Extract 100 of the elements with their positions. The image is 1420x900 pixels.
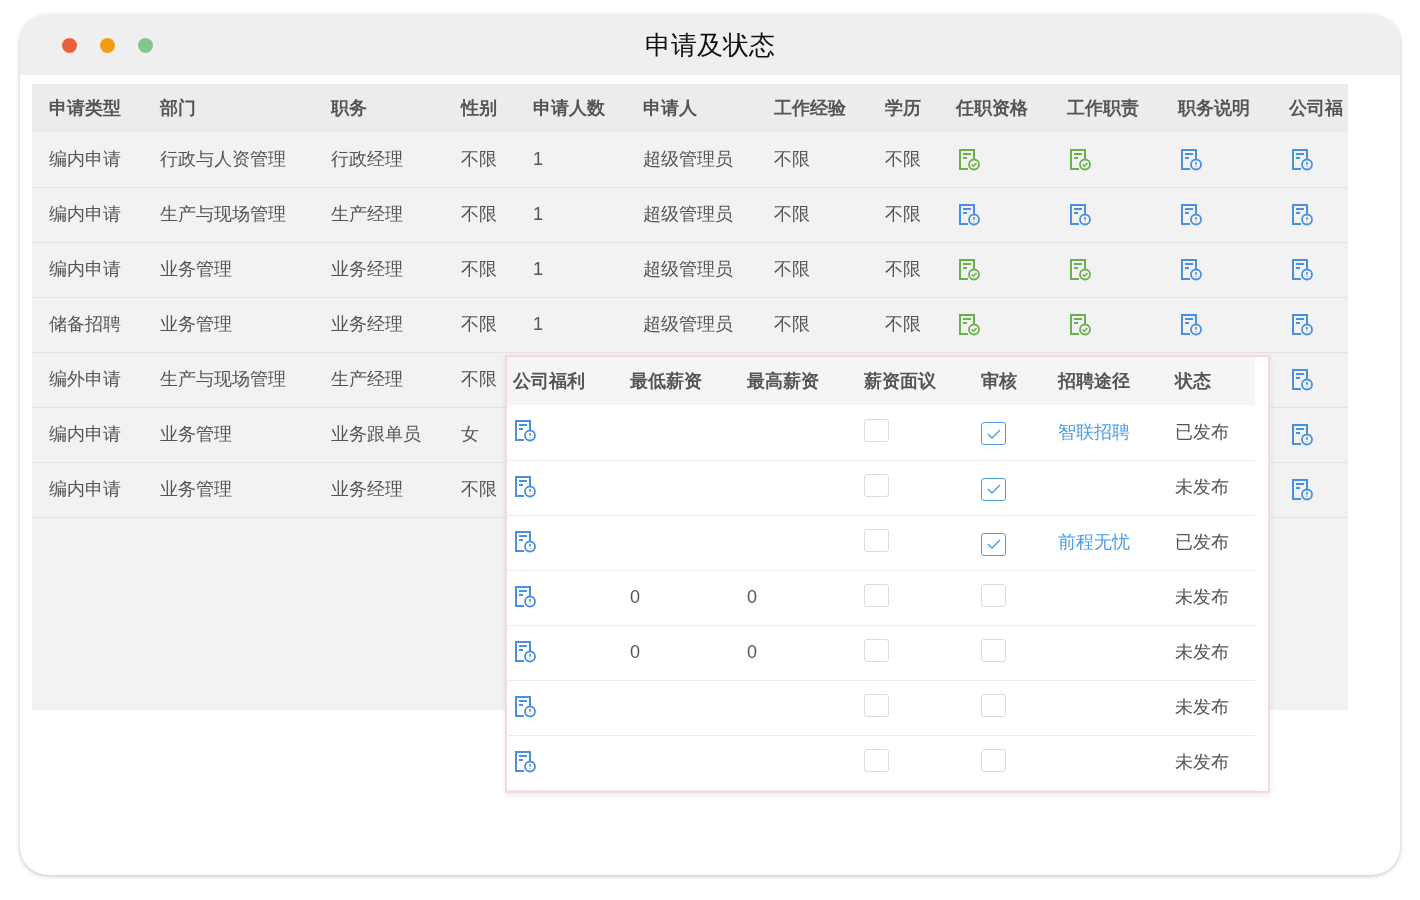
check-icon — [985, 538, 1002, 550]
document-check-icon[interactable] — [958, 312, 980, 337]
status-text: 未发布 — [1175, 642, 1229, 662]
table-cell: 不限 — [774, 259, 810, 279]
document-alert-icon[interactable] — [514, 694, 536, 719]
column-header: 职务 — [331, 97, 367, 118]
table-cell: 生产经理 — [331, 369, 403, 389]
table-cell: 不限 — [461, 479, 497, 499]
status-text: 未发布 — [1175, 752, 1229, 772]
table-cell: 不限 — [461, 314, 497, 334]
column-header: 公司福利 — [513, 370, 585, 391]
table-cell: 0 — [630, 587, 640, 607]
document-check-icon[interactable] — [1069, 257, 1091, 282]
close-button[interactable] — [62, 37, 77, 53]
status-text: 未发布 — [1175, 477, 1229, 497]
column-header: 最低薪资 — [630, 370, 702, 391]
column-header: 申请人 — [643, 97, 697, 118]
status-text: 未发布 — [1175, 587, 1229, 607]
document-alert-icon[interactable] — [1291, 312, 1313, 337]
table-cell: 编外申请 — [49, 369, 121, 389]
column-header: 工作经验 — [774, 97, 846, 118]
table-cell: 超级管理员 — [643, 259, 733, 279]
table-cell: 不限 — [461, 204, 497, 224]
table-cell: 编内申请 — [49, 204, 121, 224]
table-cell: 1 — [533, 259, 543, 279]
table-cell: 超级管理员 — [643, 314, 733, 334]
column-header: 状态 — [1175, 370, 1211, 391]
column-header: 部门 — [160, 97, 196, 118]
document-alert-icon[interactable] — [1180, 257, 1202, 282]
column-header: 最高薪资 — [747, 370, 819, 391]
table-cell: 编内申请 — [49, 424, 121, 444]
table-cell: 不限 — [885, 259, 921, 279]
document-alert-icon[interactable] — [514, 639, 536, 664]
document-check-icon[interactable] — [1069, 312, 1091, 337]
document-alert-icon[interactable] — [514, 529, 536, 554]
document-check-icon[interactable] — [1069, 147, 1091, 172]
table-cell: 生产经理 — [331, 204, 403, 224]
table-cell: 业务管理 — [160, 424, 232, 444]
table-cell: 业务管理 — [160, 479, 232, 499]
table-cell: 业务管理 — [160, 259, 232, 279]
table-cell: 不限 — [461, 259, 497, 279]
minimize-button[interactable] — [100, 37, 115, 53]
document-alert-icon[interactable] — [1180, 202, 1202, 227]
channel-link[interactable]: 前程无忧 — [1058, 532, 1130, 552]
table-cell: 行政经理 — [331, 148, 403, 169]
document-alert-icon[interactable] — [1291, 477, 1313, 502]
table-cell: 编内申请 — [49, 148, 121, 169]
table-cell: 1 — [533, 314, 543, 334]
column-header: 招聘途径 — [1058, 370, 1130, 391]
table-cell: 生产与现场管理 — [160, 204, 286, 224]
document-alert-icon[interactable] — [1291, 257, 1313, 282]
table-cell: 储备招聘 — [49, 314, 121, 334]
document-alert-icon[interactable] — [514, 749, 536, 774]
table-cell: 业务经理 — [331, 479, 403, 499]
table-cell: 超级管理员 — [643, 204, 733, 224]
status-text: 未发布 — [1175, 697, 1229, 717]
document-alert-icon[interactable] — [514, 584, 536, 609]
table-cell: 编内申请 — [49, 259, 121, 279]
checkbox[interactable] — [981, 422, 1006, 446]
column-header: 薪资面议 — [864, 370, 936, 391]
document-alert-icon[interactable] — [1180, 312, 1202, 337]
status-text: 已发布 — [1175, 532, 1229, 552]
table-cell: 不限 — [461, 148, 497, 169]
check-icon — [985, 427, 1002, 440]
document-check-icon[interactable] — [958, 257, 980, 282]
column-header: 审核 — [981, 370, 1017, 391]
document-alert-icon[interactable] — [1291, 202, 1313, 227]
table-cell: 编内申请 — [49, 479, 121, 499]
checkbox[interactable] — [981, 477, 1006, 501]
document-alert-icon[interactable] — [1069, 202, 1091, 227]
table-cell: 不限 — [774, 204, 810, 224]
document-alert-icon[interactable] — [1291, 147, 1313, 172]
table-cell: 不限 — [774, 314, 810, 334]
table-cell: 0 — [747, 642, 757, 662]
document-alert-icon[interactable] — [1291, 367, 1313, 392]
table-cell: 超级管理员 — [643, 148, 733, 169]
column-header: 性别 — [461, 97, 497, 118]
table-cell: 业务管理 — [160, 314, 232, 334]
table-cell: 不限 — [774, 148, 810, 169]
document-alert-icon[interactable] — [514, 474, 536, 499]
column-header: 职务说明 — [1178, 97, 1250, 118]
document-alert-icon[interactable] — [1291, 422, 1313, 447]
document-alert-icon[interactable] — [514, 419, 536, 444]
document-alert-icon[interactable] — [958, 202, 980, 227]
status-text: 已发布 — [1175, 421, 1229, 442]
table-cell: 业务跟单员 — [331, 424, 421, 444]
column-header: 学历 — [885, 97, 921, 118]
document-alert-icon[interactable] — [1180, 147, 1202, 172]
table-cell: 不限 — [885, 204, 921, 224]
checkbox[interactable] — [981, 532, 1006, 556]
table-cell: 1 — [533, 204, 543, 224]
document-check-icon[interactable] — [958, 147, 980, 172]
column-header: 申请类型 — [49, 97, 121, 118]
maximize-button[interactable] — [138, 37, 153, 53]
channel-link[interactable]: 智联招聘 — [1058, 421, 1130, 442]
window-title: 申请及状态 — [645, 28, 775, 62]
table-cell: 女 — [461, 424, 479, 444]
table-cell: 1 — [533, 148, 543, 169]
check-icon — [985, 483, 1002, 495]
table-cell: 业务经理 — [331, 314, 403, 334]
